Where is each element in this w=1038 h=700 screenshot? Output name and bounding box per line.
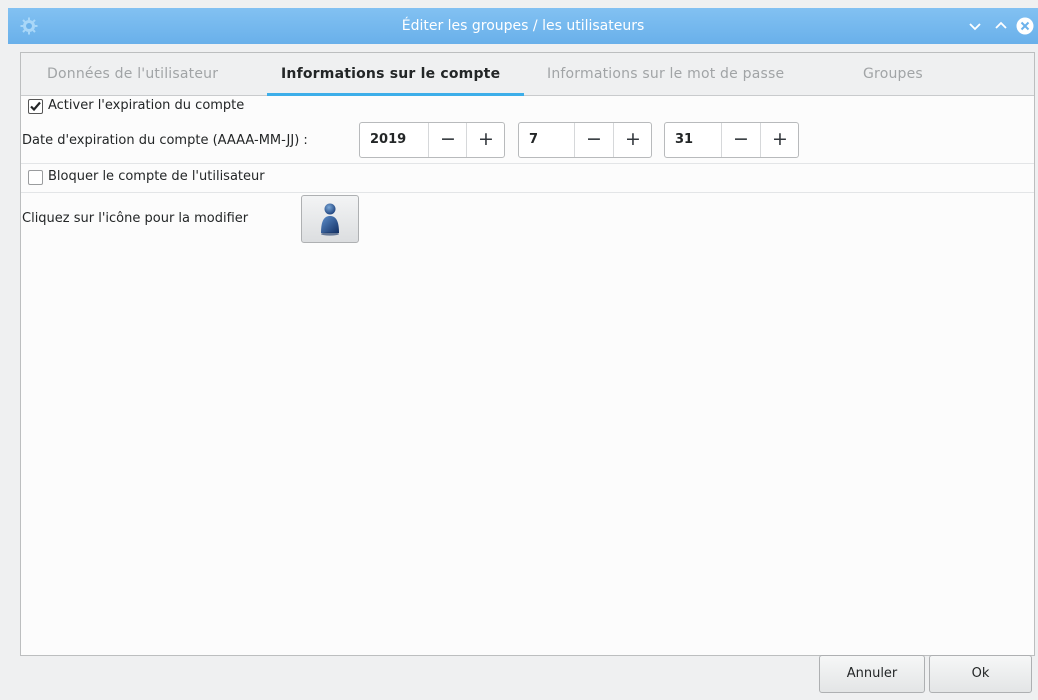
- tab-account-info[interactable]: Informations sur le compte: [281, 53, 500, 95]
- row-separator: [21, 163, 1034, 164]
- cancel-button[interactable]: Annuler: [819, 655, 925, 693]
- row-separator: [21, 192, 1034, 193]
- active-tab-indicator: [267, 93, 524, 96]
- tab-panel: Données de l'utilisateur Informations su…: [20, 52, 1035, 656]
- month-decrement-button[interactable]: −: [574, 123, 613, 157]
- month-increment-button[interactable]: +: [613, 123, 652, 157]
- maximize-chevron-up-icon[interactable]: [992, 17, 1010, 35]
- day-decrement-button[interactable]: −: [721, 123, 760, 157]
- user-avatar-icon: [321, 203, 339, 236]
- dialog-window: Éditer les groupes / les utilisateurs Do…: [0, 0, 1038, 700]
- title-bar[interactable]: Éditer les groupes / les utilisateurs: [8, 8, 1038, 44]
- year-increment-button[interactable]: +: [466, 123, 505, 157]
- day-value[interactable]: 31: [675, 123, 693, 157]
- window-title: Éditer les groupes / les utilisateurs: [401, 18, 645, 34]
- month-spinbox[interactable]: 7 − +: [518, 122, 652, 158]
- lock-account-label[interactable]: Bloquer le compte de l'utilisateur: [48, 169, 265, 184]
- tab-groups[interactable]: Groupes: [863, 53, 923, 95]
- day-spinbox[interactable]: 31 − +: [664, 122, 799, 158]
- expiration-checkbox-label[interactable]: Activer l'expiration du compte: [48, 98, 244, 113]
- tab-user-data[interactable]: Données de l'utilisateur: [47, 53, 218, 95]
- user-icon-button[interactable]: [301, 195, 359, 243]
- day-increment-button[interactable]: +: [760, 123, 799, 157]
- year-decrement-button[interactable]: −: [428, 123, 467, 157]
- year-value[interactable]: 2019: [370, 123, 406, 157]
- tab-bar: Données de l'utilisateur Informations su…: [21, 53, 1034, 96]
- expiration-checkbox[interactable]: [28, 99, 43, 114]
- tab-password-info[interactable]: Informations sur le mot de passe: [547, 53, 784, 95]
- lock-account-checkbox[interactable]: [28, 170, 43, 185]
- month-value[interactable]: 7: [529, 123, 538, 157]
- ok-button[interactable]: Ok: [929, 655, 1032, 693]
- year-spinbox[interactable]: 2019 − +: [359, 122, 505, 158]
- checkmark-icon: [30, 101, 41, 112]
- close-icon[interactable]: [1016, 17, 1034, 35]
- icon-hint-label: Cliquez sur l'icône pour la modifier: [22, 211, 249, 226]
- expiration-date-label: Date d'expiration du compte (AAAA-MM-JJ)…: [22, 133, 308, 148]
- minimize-chevron-down-icon[interactable]: [966, 17, 984, 35]
